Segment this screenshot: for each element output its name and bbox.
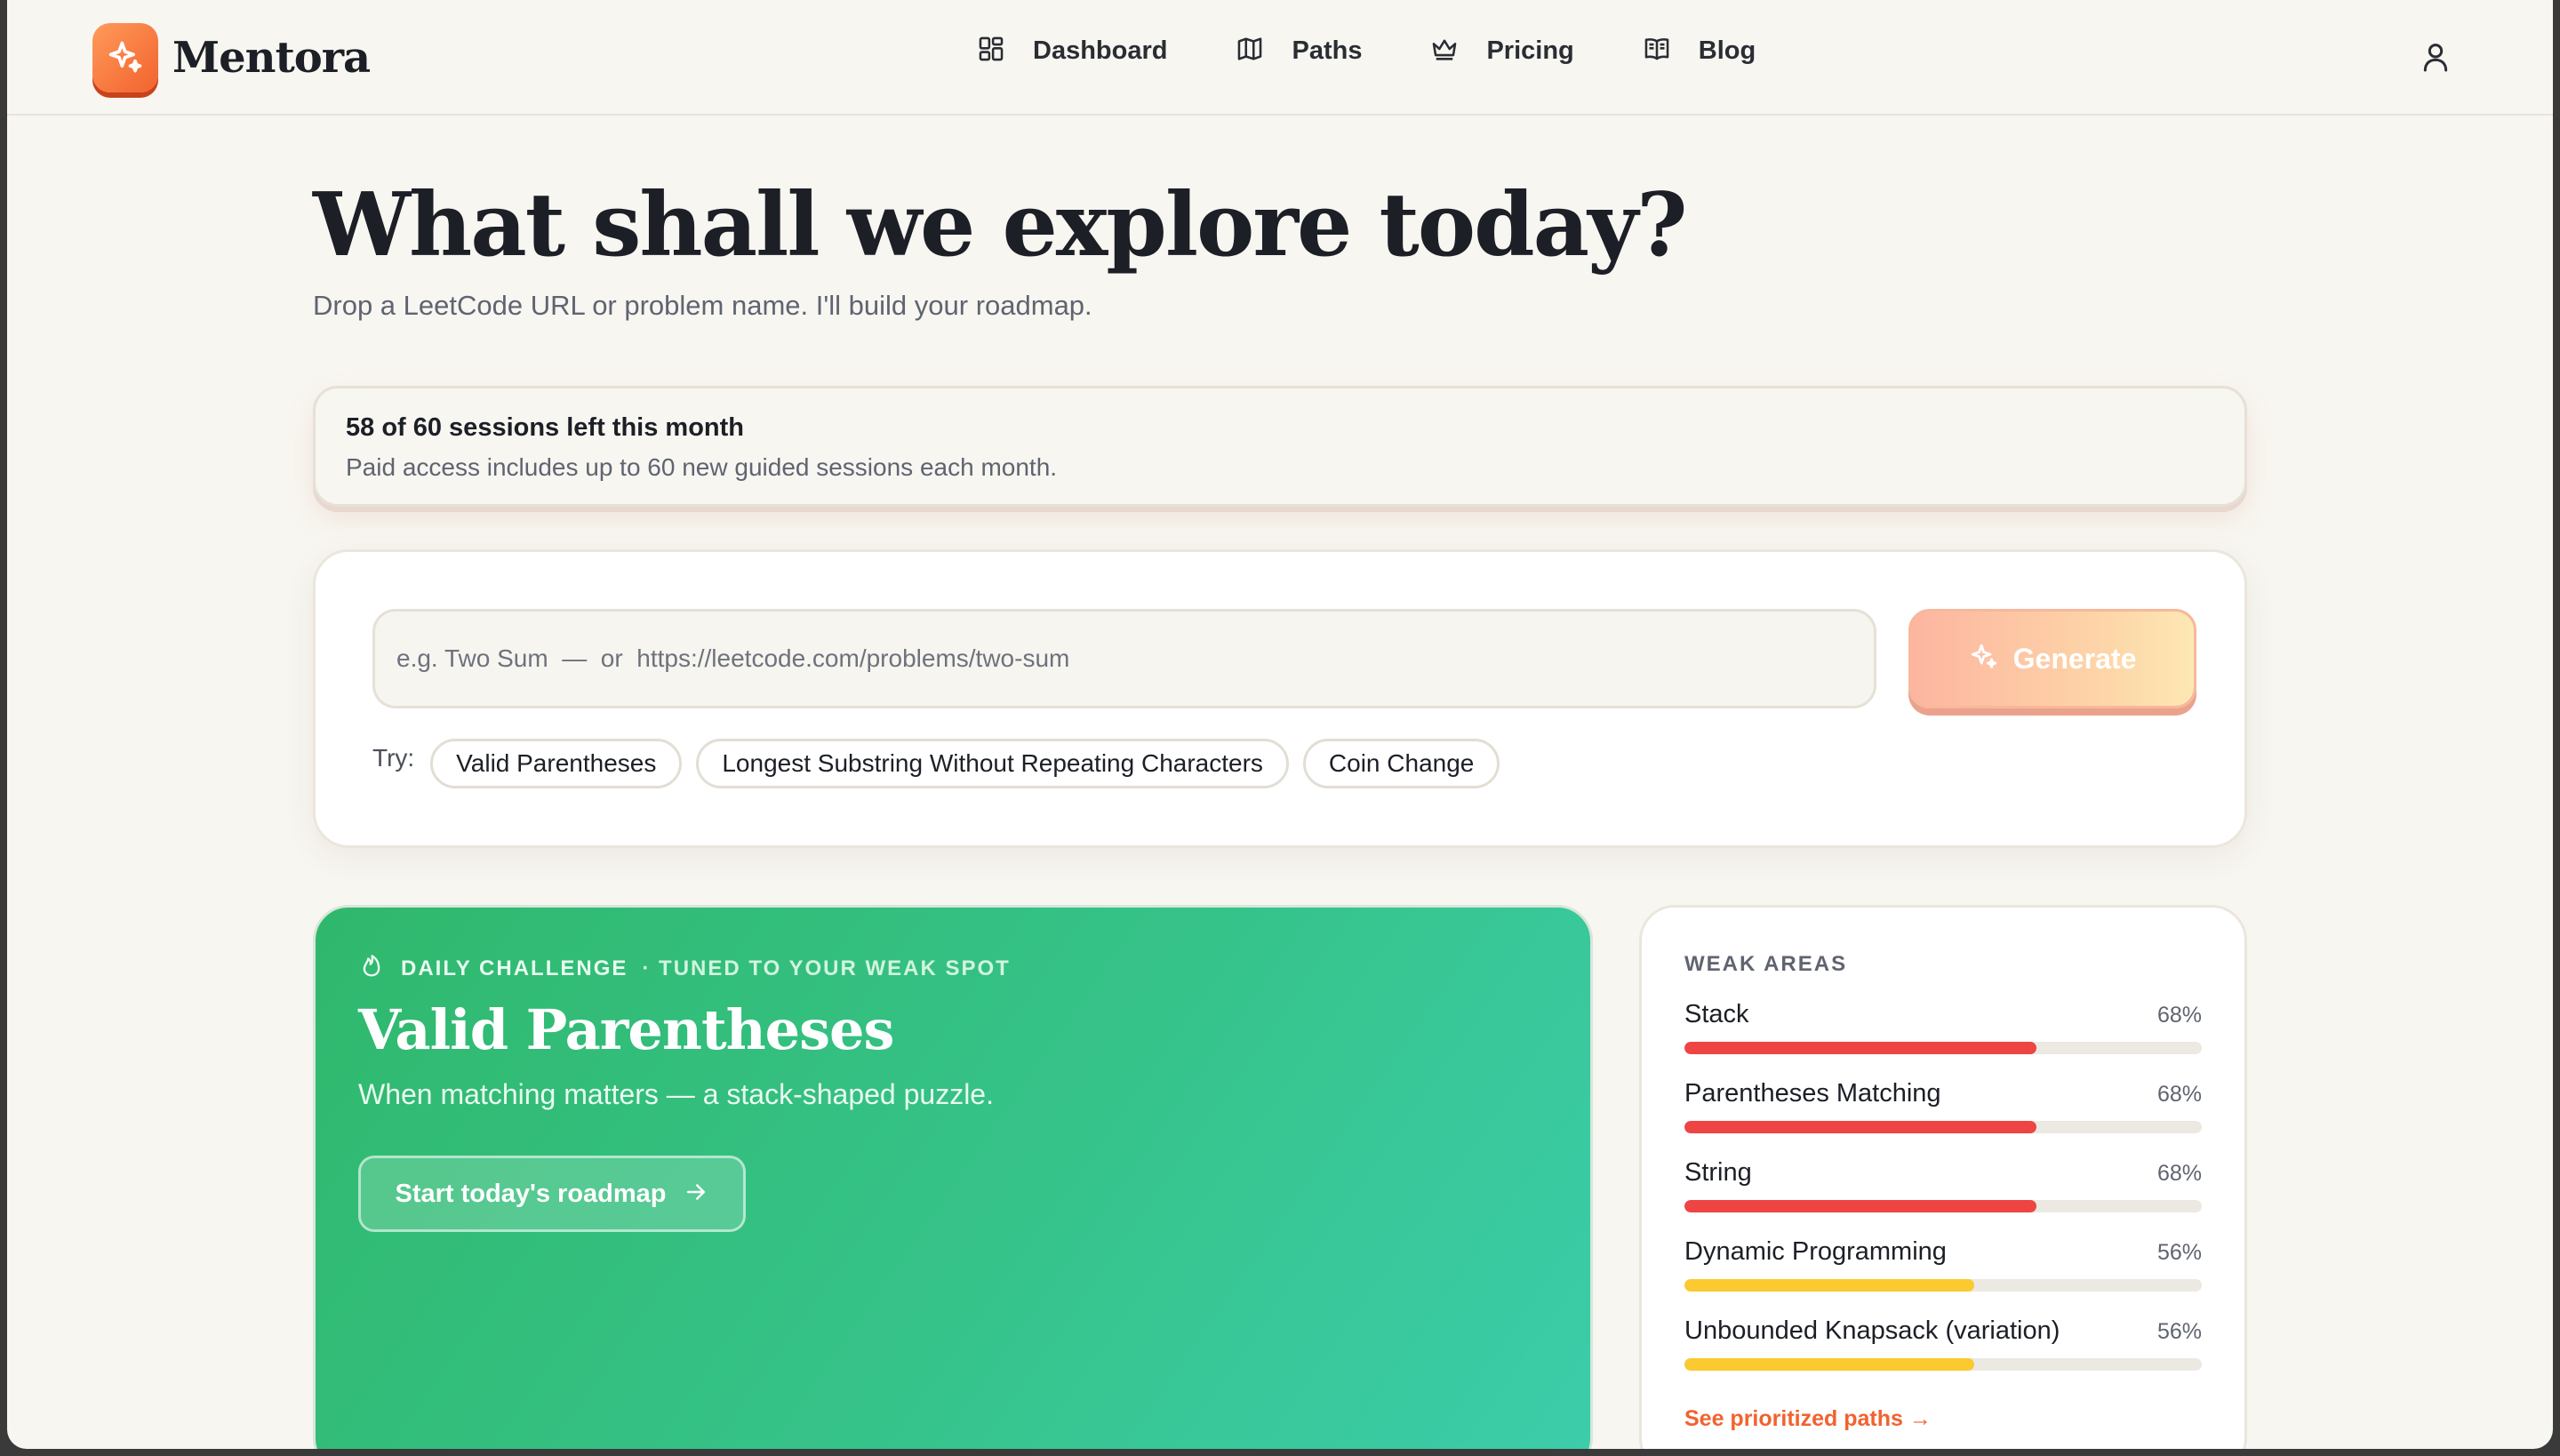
weak-area-label: Parentheses Matching [1684,1079,1941,1108]
sparkle-logo-icon [92,23,158,92]
app-window: Mentora Dashboard Paths Pricing Blog Wha… [7,0,2553,1449]
daily-challenge-card: DAILY CHALLENGE · TUNED TO YOUR WEAK SPO… [313,905,1593,1449]
start-roadmap-label: Start today's roadmap [395,1179,667,1208]
suggestion-row: Try: Valid Parentheses Longest Substring… [372,739,1514,788]
weak-area-bar-fill [1684,1200,2036,1212]
suggestion-chip-longest-substring[interactable]: Longest Substring Without Repeating Char… [696,739,1289,788]
weak-area-percent: 68% [2156,1003,2202,1028]
sparkle-icon [1969,642,2013,676]
generate-label: Generate [2012,642,2137,675]
weak-area-label: Unbounded Knapsack (variation) [1684,1316,2060,1345]
generate-button[interactable]: Generate [1908,609,2196,708]
weak-area-item: Unbounded Knapsack (variation) 56% [1684,1316,2202,1371]
suggestion-chip-valid-parentheses[interactable]: Valid Parentheses [430,739,683,788]
weak-area-percent: 68% [2156,1161,2202,1186]
page-subtitle: Drop a LeetCode URL or problem name. I'l… [313,290,1092,321]
challenge-kicker-sub: · TUNED TO YOUR WEAK SPOT [642,956,1011,980]
problem-search-input[interactable] [372,609,1876,708]
crown-icon [1429,34,1460,68]
challenge-kicker: DAILY CHALLENGE · TUNED TO YOUR WEAK SPO… [358,952,1548,985]
weak-area-bar [1684,1200,2202,1212]
weak-area-item: String 68% [1684,1158,2202,1212]
weak-area-bar [1684,1358,2202,1371]
weak-area-label: Stack [1684,1000,1749,1028]
nav-item-pricing[interactable]: Pricing [1429,34,1574,68]
weak-area-percent: 56% [2156,1240,2202,1265]
start-roadmap-button[interactable]: Start today's roadmap [358,1156,746,1232]
sessions-count: 58 of 60 sessions left this month [346,413,744,442]
flame-icon [358,952,401,985]
page-title: What shall we explore today? [313,174,1688,276]
nav-label-pricing: Pricing [1486,36,1574,65]
brand-name: Mentora [172,33,371,83]
nav-label-paths: Paths [1292,36,1363,65]
weak-area-bar [1684,1042,2202,1054]
weak-area-bar [1684,1121,2202,1133]
weak-area-bar-fill [1684,1279,1974,1292]
challenge-title: Valid Parentheses [358,997,894,1062]
user-icon [2418,44,2453,78]
weak-area-item: Stack 68% [1684,1000,2202,1054]
roadmap-search-card: Generate Try: Valid Parentheses Longest … [313,549,2247,848]
weak-area-percent: 68% [2156,1082,2202,1107]
arrow-right-icon [667,1179,709,1210]
nav-label-dashboard: Dashboard [1033,36,1168,65]
weak-areas-title: WEAK AREAS [1684,952,1848,976]
weak-area-item: Parentheses Matching 68% [1684,1079,2202,1133]
suggestion-chip-coin-change[interactable]: Coin Change [1302,739,1500,788]
weak-areas-list: Stack 68% Parentheses Matching 68% Strin… [1684,1000,2202,1371]
main-nav: Dashboard Paths Pricing Blog [976,34,1823,68]
user-account-button[interactable] [2418,39,2453,75]
weak-area-bar-fill [1684,1121,2036,1133]
challenge-description: When matching matters — a stack-shaped p… [358,1078,994,1110]
sessions-description: Paid access includes up to 60 new guided… [346,453,1058,481]
weak-area-bar [1684,1279,2202,1292]
dashboard-grid-icon [976,34,1006,68]
weak-area-label: Dynamic Programming [1684,1237,1947,1266]
open-book-icon [1642,34,1672,68]
sessions-remaining-banner: 58 of 60 sessions left this month Paid a… [313,386,2247,507]
map-icon [1235,34,1265,68]
weak-area-item: Dynamic Programming 56% [1684,1237,2202,1292]
nav-item-blog[interactable]: Blog [1642,34,1756,68]
challenge-kicker-label: DAILY CHALLENGE [401,956,628,980]
see-prioritized-paths-link[interactable]: See prioritized paths → [1684,1406,2202,1432]
nav-item-paths[interactable]: Paths [1235,34,1362,68]
nav-label-blog: Blog [1698,36,1756,65]
nav-item-dashboard[interactable]: Dashboard [976,34,1167,68]
top-navigation-bar: Mentora Dashboard Paths Pricing Blog [7,0,2553,116]
weak-area-bar-fill [1684,1358,1974,1371]
brand-logo-link[interactable]: Mentora [92,23,371,92]
weak-area-bar-fill [1684,1042,2036,1054]
try-label: Try: [372,744,415,772]
weak-area-label: String [1684,1158,1752,1187]
weak-area-percent: 56% [2156,1319,2202,1344]
weak-areas-card: WEAK AREAS Stack 68% Parentheses Matchin… [1639,905,2247,1449]
